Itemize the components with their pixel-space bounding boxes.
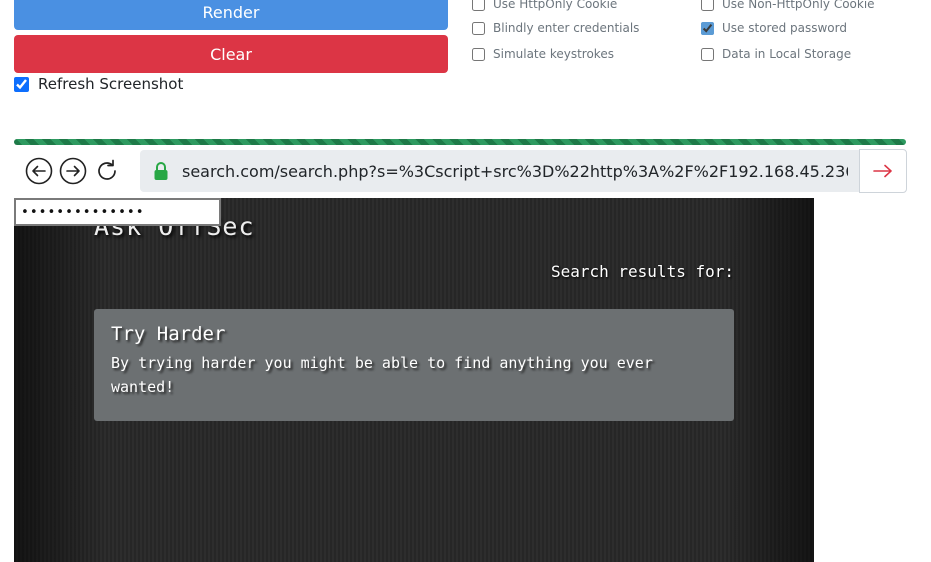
option-stored-password[interactable]: Use stored password: [701, 21, 847, 35]
refresh-screenshot-option[interactable]: Refresh Screenshot: [14, 75, 183, 93]
option-blind-credentials-checkbox[interactable]: [472, 21, 485, 35]
option-simulate-keystrokes[interactable]: Simulate keystrokes: [472, 47, 614, 61]
render-button[interactable]: Render: [14, 0, 448, 30]
option-local-storage[interactable]: Data in Local Storage: [701, 47, 851, 61]
refresh-screenshot-label: Refresh Screenshot: [38, 75, 184, 93]
result-title: Try Harder: [111, 323, 226, 345]
option-label: Use Non-HttpOnly Cookie: [722, 0, 875, 11]
refresh-screenshot-checkbox[interactable]: [14, 76, 29, 92]
go-button[interactable]: [859, 149, 907, 193]
option-non-httponly-cookie-checkbox[interactable]: [701, 0, 714, 11]
lock-icon: [153, 161, 173, 181]
clear-button[interactable]: Clear: [14, 35, 448, 73]
password-field[interactable]: [14, 198, 221, 226]
back-icon[interactable]: [24, 156, 54, 186]
result-card: Try Harder By trying harder you might be…: [94, 309, 734, 421]
arrow-right-icon: [873, 164, 892, 178]
url-text[interactable]: search.com/search.php?s=%3Cscript+src%3D…: [182, 162, 848, 181]
progress-bar: [14, 139, 906, 145]
page-viewport: Ask OffSec Search results for: Try Harde…: [14, 198, 814, 562]
option-label: Data in Local Storage: [722, 47, 852, 61]
option-local-storage-checkbox[interactable]: [701, 47, 714, 61]
option-label: Blindly enter credentials: [493, 21, 640, 35]
option-simulate-keystrokes-checkbox[interactable]: [472, 47, 485, 61]
option-stored-password-checkbox[interactable]: [701, 21, 714, 35]
search-results-label: Search results for:: [550, 262, 734, 281]
option-blind-credentials[interactable]: Blindly enter credentials: [472, 21, 639, 35]
option-non-httponly-cookie[interactable]: Use Non-HttpOnly Cookie: [701, 0, 875, 11]
forward-icon[interactable]: [58, 156, 88, 186]
option-httponly-cookie[interactable]: Use HttpOnly Cookie: [472, 0, 617, 11]
option-httponly-cookie-checkbox[interactable]: [472, 0, 485, 11]
option-label: Use HttpOnly Cookie: [493, 0, 618, 11]
option-label: Use stored password: [722, 21, 847, 35]
result-description: By trying harder you might be able to fi…: [111, 354, 653, 396]
address-bar[interactable]: search.com/search.php?s=%3Cscript+src%3D…: [140, 150, 859, 192]
reload-icon[interactable]: [92, 156, 122, 186]
option-label: Simulate keystrokes: [493, 47, 614, 61]
